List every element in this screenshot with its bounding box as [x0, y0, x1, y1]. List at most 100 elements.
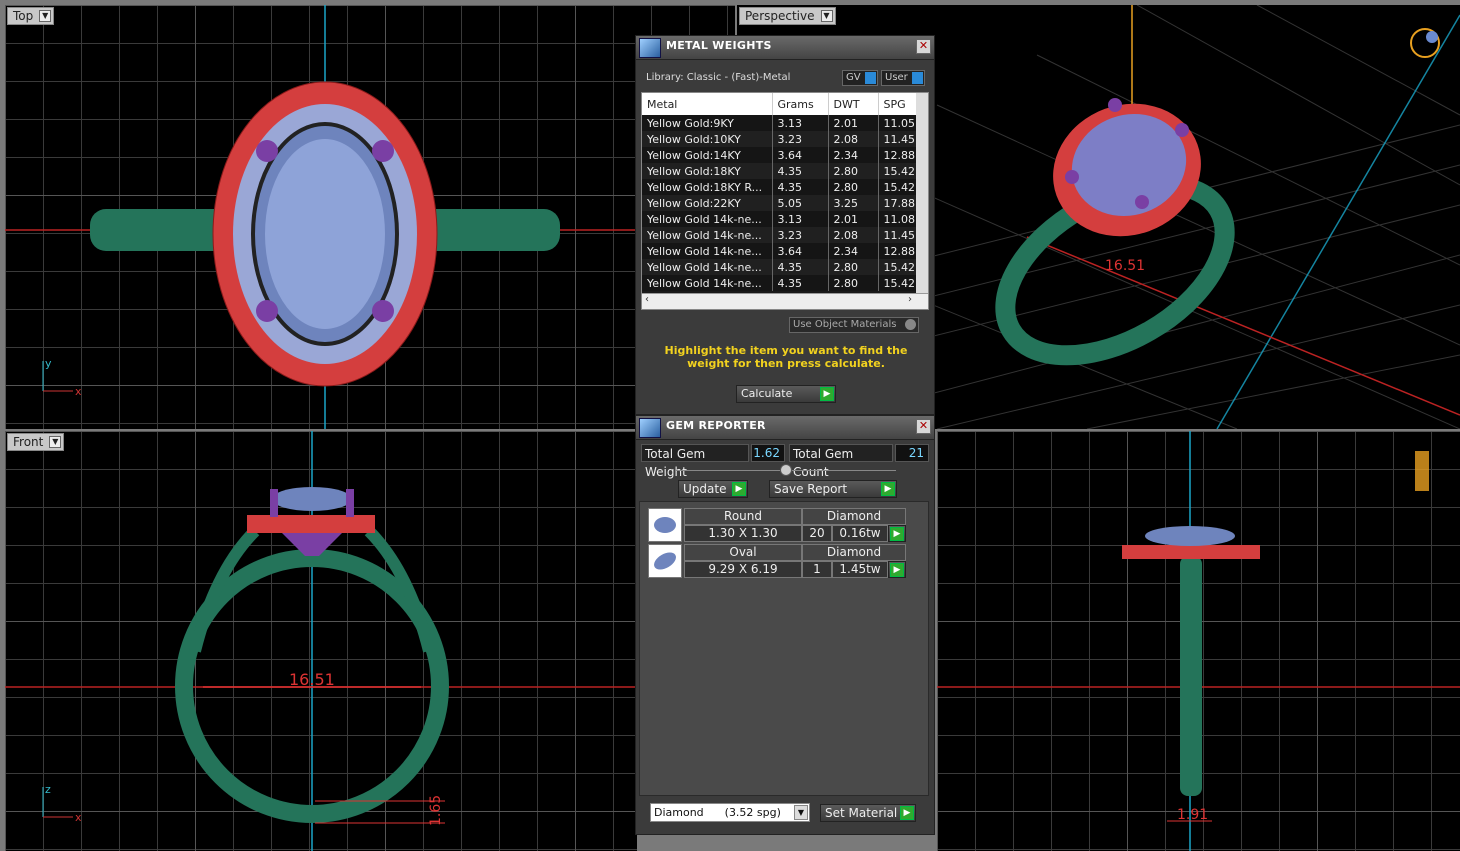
play-icon: ▶: [820, 387, 834, 401]
table-row[interactable]: Yellow Gold:10KY 3.23 2.08 11.45: [642, 131, 921, 147]
table-cell: 2.80: [828, 275, 879, 291]
hint-text: Highlight the item you want to find the …: [664, 344, 908, 370]
table-cell: 4.35: [772, 179, 829, 195]
table-row[interactable]: Yellow Gold:14KY 3.64 2.34 12.88: [642, 147, 921, 163]
table-row[interactable]: Yellow Gold:9KY 3.13 2.01 11.05: [642, 115, 921, 131]
gem-shape: Oval: [684, 544, 802, 561]
play-icon: ▶: [890, 527, 904, 541]
total-gem-count-value: 21: [895, 444, 929, 462]
gem-list: Round Diamond 1.30 X 1.30 20 0.16tw ▶ Ov…: [639, 501, 929, 796]
calculate-button[interactable]: Calculate ▶: [736, 385, 836, 403]
table-cell: 3.64: [772, 147, 829, 163]
chevron-down-icon[interactable]: ▼: [39, 10, 52, 22]
close-icon[interactable]: ✕: [916, 39, 931, 54]
gem-size: 1.30 X 1.30: [684, 525, 802, 542]
col-grams[interactable]: Grams: [772, 93, 829, 115]
top-view-render: y x: [5, 5, 735, 429]
table-row[interactable]: Yellow Gold:22KY 5.05 3.25 17.88: [642, 195, 921, 211]
collapse-icon[interactable]: [780, 464, 792, 476]
svg-text:y: y: [45, 357, 52, 370]
gem-weight: 1.45tw: [832, 561, 888, 578]
col-spg[interactable]: SPG: [878, 93, 921, 115]
table-scrollbar-h[interactable]: ‹ ›: [642, 293, 928, 309]
close-icon[interactable]: ✕: [916, 419, 931, 434]
table-cell: 4.35: [772, 259, 829, 275]
viewport-side[interactable]: 1.91: [937, 431, 1460, 851]
table-cell: Yellow Gold:9KY: [642, 115, 773, 131]
total-gem-weight-value: 1.62: [751, 444, 785, 462]
save-report-button[interactable]: Save Report ▶: [769, 480, 897, 498]
set-material-button[interactable]: Set Material ▶: [820, 804, 916, 822]
table-cell: 4.35: [772, 163, 829, 179]
table-cell: 3.23: [772, 227, 829, 243]
gem-shape: Round: [684, 508, 802, 525]
svg-text:x: x: [75, 811, 82, 824]
gem-row-oval[interactable]: Oval Diamond 9.29 X 6.19 1 1.45tw ▶: [648, 544, 906, 578]
table-row[interactable]: Yellow Gold 14k-ne... 4.35 2.80 15.42: [642, 259, 921, 275]
table-cell: 2.08: [828, 131, 879, 147]
metal-weights-title: METAL WEIGHTS: [666, 39, 772, 52]
table-cell: 4.35: [772, 275, 829, 291]
table-row[interactable]: Yellow Gold 14k-ne... 3.23 2.08 11.45: [642, 227, 921, 243]
gv-toggle[interactable]: GV: [842, 70, 878, 86]
gem-row-round[interactable]: Round Diamond 1.30 X 1.30 20 0.16tw ▶: [648, 508, 906, 542]
table-cell: Yellow Gold 14k-ne...: [642, 243, 773, 259]
gem-row-go-button[interactable]: ▶: [888, 561, 906, 578]
table-cell: 2.80: [828, 163, 879, 179]
table-cell: 15.42: [878, 163, 921, 179]
table-row[interactable]: Yellow Gold 14k-ne... 3.64 2.34 12.88: [642, 243, 921, 259]
viewport-front-label[interactable]: Front ▼: [7, 433, 65, 451]
table-cell: 2.34: [828, 147, 879, 163]
chevron-down-icon[interactable]: ▼: [794, 805, 808, 820]
play-icon: ▶: [732, 482, 746, 496]
chevron-down-icon[interactable]: ▼: [49, 436, 62, 448]
table-row[interactable]: Yellow Gold:18KY 4.35 2.80 15.42: [642, 163, 921, 179]
table-cell: 5.05: [772, 195, 829, 211]
viewport-top[interactable]: y x Top ▼: [5, 5, 735, 429]
table-cell: 11.45: [878, 131, 921, 147]
table-cell: 2.34: [828, 243, 879, 259]
table-cell: 15.42: [878, 259, 921, 275]
table-cell: 3.25: [828, 195, 879, 211]
update-button[interactable]: Update ▶: [678, 480, 748, 498]
table-cell: 15.42: [878, 275, 921, 291]
metal-table: Metal Grams DWT SPG Yellow Gold:9KY 3.13 2…: [641, 92, 929, 310]
table-cell: Yellow Gold 14k-ne...: [642, 275, 773, 291]
viewport-perspective-label[interactable]: Perspective ▼: [739, 7, 836, 25]
table-cell: 3.64: [772, 243, 829, 259]
svg-text:1.91: 1.91: [1177, 807, 1208, 823]
use-object-materials-toggle[interactable]: Use Object Materials: [789, 317, 919, 333]
table-cell: 3.13: [772, 115, 829, 131]
gem-count: 20: [802, 525, 832, 542]
chevron-down-icon[interactable]: ▼: [820, 10, 833, 22]
library-label: Library: Classic - (Fast)-Metal: [646, 72, 791, 83]
gem-material: Diamond: [802, 508, 906, 525]
col-dwt[interactable]: DWT: [828, 93, 879, 115]
gem-reporter-icon: [639, 418, 661, 438]
viewport-top-label[interactable]: Top ▼: [7, 7, 55, 25]
table-cell: 2.01: [828, 115, 879, 131]
table-scrollbar-v[interactable]: [916, 93, 928, 293]
table-cell: Yellow Gold:14KY: [642, 147, 773, 163]
table-row[interactable]: Yellow Gold 14k-ne... 3.13 2.01 11.08: [642, 211, 921, 227]
total-gem-weight-label: Total Gem Weight: [641, 444, 749, 479]
total-gem-count-label: Total Gem Count: [789, 444, 893, 479]
svg-text:x: x: [75, 385, 82, 398]
gem-size: 9.29 X 6.19: [684, 561, 802, 578]
gem-row-go-button[interactable]: ▶: [888, 525, 906, 542]
gem-weight: 0.16tw: [832, 525, 888, 542]
table-row[interactable]: Yellow Gold 14k-ne... 4.35 2.80 15.42: [642, 275, 921, 291]
gem-reporter-title: GEM REPORTER: [666, 419, 766, 432]
material-select[interactable]: Diamond (3.52 spg) ▼: [650, 803, 810, 822]
user-toggle[interactable]: User: [881, 70, 925, 86]
col-metal[interactable]: Metal: [642, 93, 773, 115]
table-cell: 2.08: [828, 227, 879, 243]
table-cell: 2.80: [828, 259, 879, 275]
table-cell: Yellow Gold:10KY: [642, 131, 773, 147]
viewport-front[interactable]: 16.51 1.65 z x Front ▼: [5, 431, 637, 851]
svg-text:16.51: 16.51: [1105, 258, 1145, 274]
table-cell: 15.42: [878, 179, 921, 195]
gem-count: 1: [802, 561, 832, 578]
table-row[interactable]: Yellow Gold:18KY R... 4.35 2.80 15.42: [642, 179, 921, 195]
table-cell: 2.01: [828, 211, 879, 227]
